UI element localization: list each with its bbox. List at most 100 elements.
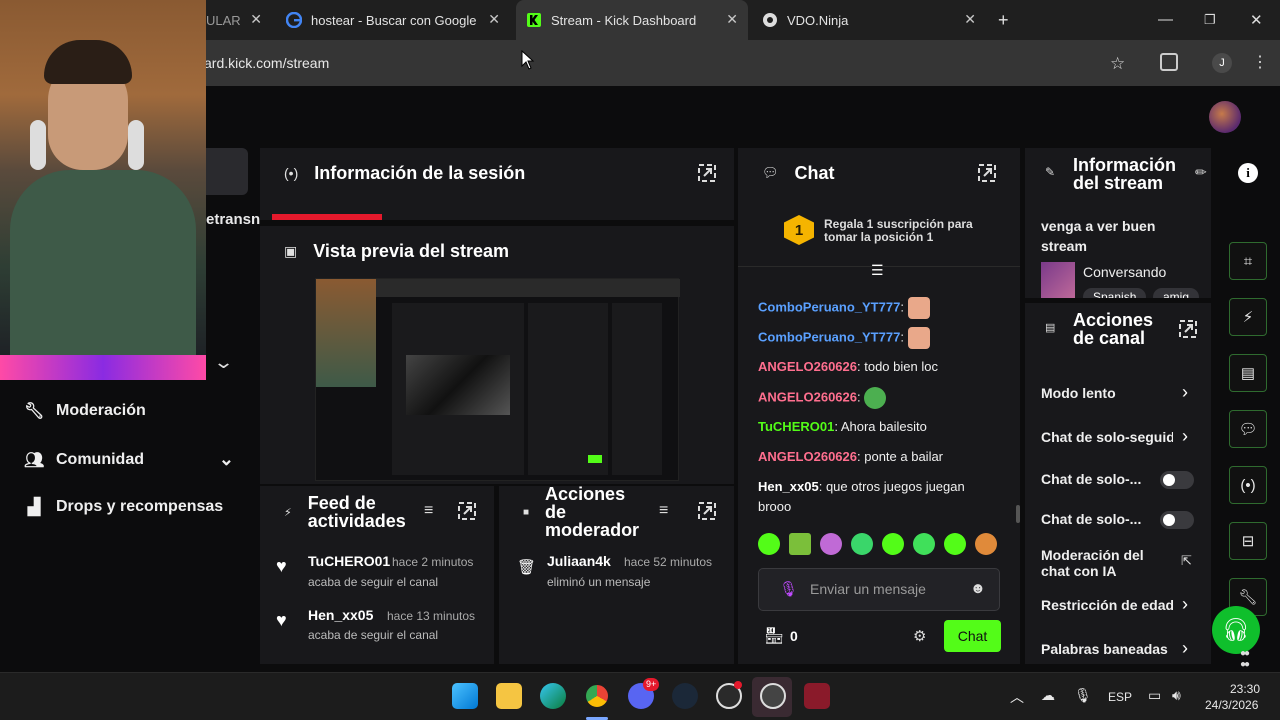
emote-icon[interactable] [944, 533, 966, 555]
chat-username[interactable]: Hen_xx05 [758, 479, 819, 494]
option-banned-words[interactable]: Palabras baneadas [1041, 641, 1173, 657]
microphone-icon[interactable]: 🎙︎ [779, 580, 798, 598]
close-tab-icon[interactable]: ✕ [488, 11, 500, 28]
stream-preview-video[interactable] [315, 278, 680, 481]
chevron-down-icon[interactable]: ⌄ [213, 352, 234, 373]
feed-user[interactable]: TuCHERO01 [308, 553, 390, 569]
clock-time[interactable]: 23:30 [1230, 682, 1260, 696]
sidebar-item-comunidad[interactable]: 👥︎ Comunidad ⌄ [24, 449, 234, 470]
microphone-icon[interactable]: 🎙︎ [1074, 687, 1092, 704]
edit-icon[interactable]: ✏︎ [1195, 164, 1207, 181]
rail-broadcast-button[interactable]: (•) [1229, 466, 1267, 504]
chat-username[interactable]: ANGELO260626 [758, 359, 857, 374]
chat-username[interactable]: ANGELO260626 [758, 389, 857, 404]
chat-username[interactable]: ANGELO260626 [758, 449, 857, 464]
filter-icon[interactable]: ≡ [659, 502, 668, 520]
new-tab-button[interactable]: + [998, 0, 1018, 40]
expand-icon[interactable] [978, 164, 996, 182]
tray-overflow-icon[interactable]: ︿ [1010, 687, 1024, 707]
tag-chip[interactable]: amig [1153, 288, 1200, 298]
steam-icon[interactable] [672, 683, 698, 709]
network-icon[interactable]: ▭ [1148, 687, 1161, 704]
close-tab-icon[interactable]: ✕ [726, 11, 738, 28]
gift-sub-prompt[interactable]: Regala 1 suscripción para tomar la posic… [824, 218, 984, 244]
sidebar-selected-item[interactable] [206, 148, 248, 195]
emote-icon[interactable] [913, 533, 935, 555]
browser-tab-vdoninja[interactable]: VDO.Ninja ✕ [754, 0, 986, 40]
more-dots-icon[interactable]: ●● ●● [1240, 648, 1250, 670]
rail-chat-button[interactable]: 💬︎ [1229, 410, 1267, 448]
chevron-right-icon[interactable]: › [1182, 594, 1188, 615]
chat-username[interactable]: ComboPeruano_YT777 [758, 299, 900, 314]
tag-chip[interactable]: Spanish [1083, 288, 1147, 298]
volume-icon[interactable]: 🔊︎ [1172, 687, 1181, 704]
emote-icon[interactable] [882, 533, 904, 555]
chevron-right-icon[interactable]: › [1182, 426, 1188, 447]
browser-tab-kick[interactable]: Stream - Kick Dashboard ✕ [516, 0, 748, 40]
chat-scrollbar[interactable] [1016, 505, 1020, 523]
cloud-icon[interactable]: ☁︎ [1041, 687, 1055, 704]
rail-screenshot-button[interactable]: ⌗ [1229, 242, 1267, 280]
external-link-icon[interactable]: ⇱ [1181, 553, 1192, 569]
close-window-icon[interactable]: ✕ [1250, 11, 1263, 29]
emote-icon[interactable] [758, 533, 780, 555]
option-slow-mode[interactable]: Modo lento [1041, 385, 1171, 401]
option-chat-restriction-2[interactable]: Chat de solo-... [1041, 511, 1151, 527]
url-field[interactable]: ard.kick.com/stream [204, 55, 329, 71]
sidebar-item-drops[interactable]: ▟ Drops y recompensas [24, 497, 223, 517]
toggle-chat-restriction-1[interactable] [1160, 471, 1194, 489]
file-explorer-icon[interactable] [496, 683, 522, 709]
emote-icon[interactable] [789, 533, 811, 555]
toggle-chat-restriction-2[interactable] [1160, 511, 1194, 529]
settings-gear-icon[interactable]: ⚙︎ [913, 627, 926, 645]
expand-icon[interactable] [1179, 320, 1197, 338]
support-headset-button[interactable]: 🎧︎ [1212, 606, 1260, 654]
chevron-right-icon[interactable]: › [1182, 382, 1188, 403]
option-ai-moderation[interactable]: Moderación del chat con IA [1041, 547, 1173, 579]
send-chat-button[interactable]: Chat [944, 620, 1001, 652]
sidebar-item-partial[interactable]: etransn [206, 211, 260, 228]
edge-icon[interactable] [540, 683, 566, 709]
pinned-toggle-icon[interactable]: ☰ [871, 262, 884, 279]
rail-raid-button[interactable]: ⚡︎ [1229, 298, 1267, 336]
restore-icon[interactable]: ❐ [1204, 12, 1216, 28]
language-indicator[interactable]: ESP [1108, 690, 1132, 704]
emote-icon[interactable] [975, 533, 997, 555]
emote-icon[interactable] [851, 533, 873, 555]
chevron-right-icon[interactable]: › [1182, 638, 1188, 659]
expand-icon[interactable] [698, 502, 716, 520]
expand-icon[interactable] [458, 502, 476, 520]
browser-tab-google[interactable]: hostear - Buscar con Google ✕ [278, 0, 510, 40]
windows-start-icon[interactable] [452, 683, 478, 709]
chat-username[interactable]: TuCHERO01 [758, 419, 834, 434]
minimize-icon[interactable]: — [1158, 11, 1173, 28]
expand-icon[interactable] [698, 164, 716, 182]
game-icon[interactable] [804, 683, 830, 709]
user-avatar[interactable] [1209, 101, 1241, 133]
chat-username[interactable]: ComboPeruano_YT777 [758, 329, 900, 344]
sidebar-item-moderacion[interactable]: 🔧︎ Moderación [24, 401, 146, 421]
rail-layout-button[interactable]: ⊟ [1229, 522, 1267, 560]
clock-date[interactable]: 24/3/2026 [1205, 698, 1258, 712]
mod-action-user[interactable]: Juliaan4k [547, 553, 611, 569]
option-followers-only[interactable]: Chat de solo-seguidores [1041, 429, 1173, 445]
info-icon[interactable]: i [1238, 163, 1258, 183]
chrome-icon[interactable] [584, 683, 610, 709]
browser-tab-0[interactable]: ULAR ✕ [206, 0, 272, 40]
menu-icon[interactable]: ⋮ [1252, 52, 1268, 72]
extensions-icon[interactable] [1160, 53, 1178, 71]
emote-icon[interactable] [820, 533, 842, 555]
profile-avatar[interactable]: J [1212, 53, 1232, 73]
filter-icon[interactable]: ≡ [424, 502, 433, 520]
store-icon[interactable]: 🏪︎ [764, 626, 784, 646]
close-tab-icon[interactable]: ✕ [964, 11, 976, 28]
app-gear-icon[interactable] [760, 683, 786, 709]
bookmark-star-icon[interactable]: ☆ [1110, 54, 1125, 74]
option-chat-restriction-1[interactable]: Chat de solo-... [1041, 471, 1151, 487]
close-tab-icon[interactable]: ✕ [250, 11, 262, 28]
chat-input[interactable]: 🎙︎ Enviar un mensaje ☻ [758, 568, 1000, 611]
feed-user[interactable]: Hen_xx05 [308, 607, 373, 623]
emoji-icon[interactable]: ☻ [970, 580, 986, 597]
rail-notes-button[interactable]: ▤ [1229, 354, 1267, 392]
option-age-restriction[interactable]: Restricción de edad [1041, 597, 1173, 613]
